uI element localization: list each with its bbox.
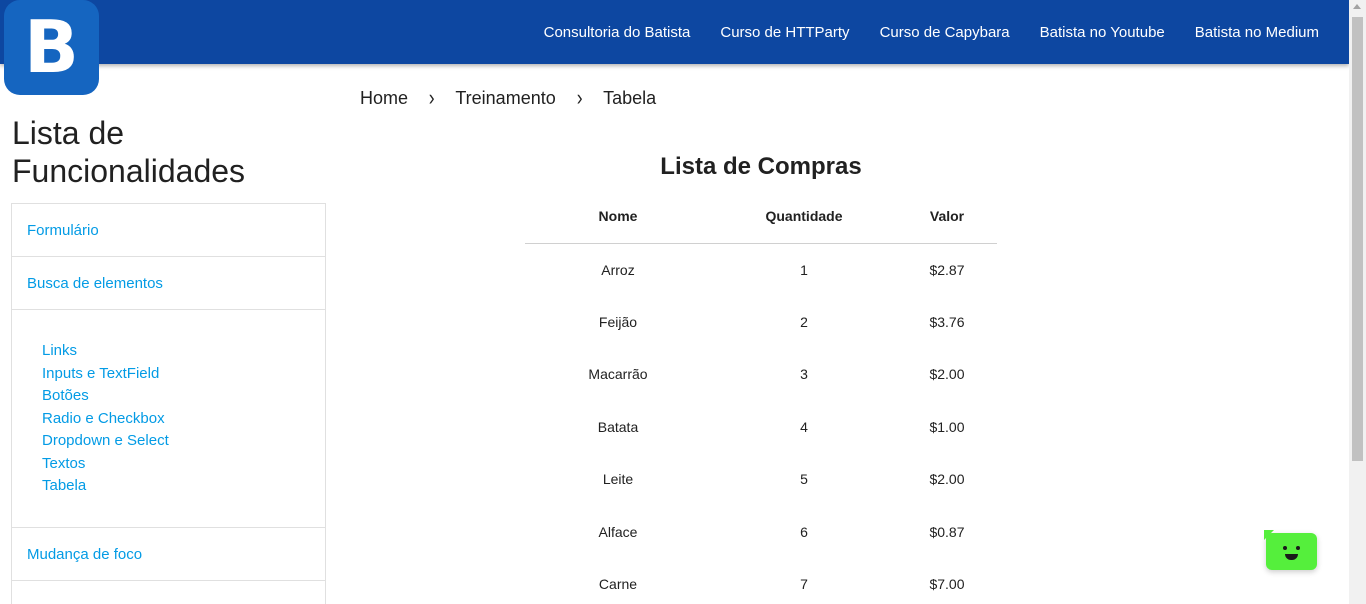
sidebar-subitem-botoes[interactable]: Botões <box>42 385 295 408</box>
brand-logo-letter: B <box>24 5 79 89</box>
nav-link-consultoria[interactable]: Consultoria do Batista <box>529 24 706 41</box>
column-header-quantidade: Quantidade <box>711 190 897 244</box>
chevron-right-icon: › <box>428 85 435 110</box>
chat-eye-right <box>1296 546 1300 550</box>
top-navbar: Consultoria do Batista Curso de HTTParty… <box>0 0 1349 64</box>
cell-nome: Leite <box>602 471 634 488</box>
sidebar-subitem-tabela[interactable]: Tabela <box>42 475 295 498</box>
table-row: Alface 6 $0.87 <box>525 506 997 559</box>
cell-valor: $2.00 <box>929 366 965 383</box>
sidebar-subitem-textos[interactable]: Textos <box>42 453 295 476</box>
chevron-right-icon: › <box>576 85 583 110</box>
cell-valor: $0.87 <box>929 523 965 540</box>
cell-quantidade: 2 <box>800 313 808 330</box>
cell-valor: $1.00 <box>929 418 965 435</box>
cell-nome: Arroz <box>601 261 635 278</box>
cell-nome: Alface <box>598 523 638 540</box>
breadcrumb-tabela[interactable]: Tabela <box>603 88 656 109</box>
cell-nome: Batata <box>597 418 639 435</box>
table-row: Feijão 2 $3.76 <box>525 296 997 349</box>
nav-link-capybara[interactable]: Curso de Capybara <box>865 24 1025 41</box>
cell-quantidade: 1 <box>800 261 808 278</box>
chat-eye-left <box>1283 546 1287 550</box>
breadcrumb: Home › Treinamento › Tabela <box>360 85 656 111</box>
cell-quantidade: 3 <box>800 366 808 383</box>
sidebar-subitem-inputs[interactable]: Inputs e TextField <box>42 363 295 386</box>
cell-valor: $2.87 <box>929 261 965 278</box>
sidebar-menu: Formulário Busca de elementos Links Inpu… <box>11 203 326 604</box>
table-row: Macarrão 3 $2.00 <box>525 348 997 401</box>
column-header-valor: Valor <box>897 190 997 244</box>
sidebar-subitem-radio-checkbox[interactable]: Radio e Checkbox <box>42 408 295 431</box>
column-header-nome: Nome <box>525 190 711 244</box>
shopping-list-table: Nome Quantidade Valor Arroz 1 $2.87 Feij… <box>525 190 997 604</box>
table-row: Batata 4 $1.00 <box>525 401 997 454</box>
cell-nome: Macarrão <box>588 366 648 383</box>
scrollbar-thumb[interactable] <box>1352 17 1363 461</box>
nav-link-httparty[interactable]: Curso de HTTParty <box>705 24 864 41</box>
chat-bot-icon[interactable] <box>1264 530 1317 570</box>
chat-mouth <box>1285 554 1298 560</box>
cell-valor: $2.00 <box>929 471 965 488</box>
cell-quantidade: 7 <box>800 576 808 593</box>
nav-links: Consultoria do Batista Curso de HTTParty… <box>529 0 1334 64</box>
nav-link-medium[interactable]: Batista no Medium <box>1180 24 1334 41</box>
cell-quantidade: 6 <box>800 523 808 540</box>
table-row: Carne 7 $7.00 <box>525 558 997 604</box>
sidebar-submenu: Links Inputs e TextField Botões Radio e … <box>12 310 325 528</box>
cell-quantidade: 4 <box>800 418 808 435</box>
sidebar-subitem-dropdown[interactable]: Dropdown e Select <box>42 430 295 453</box>
table-title: Lista de Compras <box>660 153 862 180</box>
cell-quantidade: 5 <box>800 471 808 488</box>
table-header-row: Nome Quantidade Valor <box>525 190 997 244</box>
scroll-up-arrow-icon[interactable] <box>1353 4 1361 9</box>
cell-nome: Carne <box>598 576 638 593</box>
brand-logo[interactable]: B <box>4 0 99 95</box>
sidebar-subitem-links[interactable]: Links <box>42 340 295 363</box>
cell-valor: $7.00 <box>929 576 965 593</box>
table-row: Leite 5 $2.00 <box>525 453 997 506</box>
sidebar-item-busca-elementos[interactable]: Busca de elementos <box>12 257 325 310</box>
sidebar-item-mudanca-foco[interactable]: Mudança de foco <box>12 528 325 581</box>
page-scrollbar[interactable] <box>1349 0 1366 604</box>
cell-valor: $3.76 <box>929 313 965 330</box>
sidebar-item-formulario[interactable]: Formulário <box>12 204 325 257</box>
breadcrumb-home[interactable]: Home <box>360 88 408 109</box>
nav-link-youtube[interactable]: Batista no Youtube <box>1025 24 1180 41</box>
breadcrumb-treinamento[interactable]: Treinamento <box>455 88 555 109</box>
sidebar-title: Lista de Funcionalidades <box>12 115 246 189</box>
table-row: Arroz 1 $2.87 <box>525 243 997 296</box>
cell-nome: Feijão <box>598 313 638 330</box>
